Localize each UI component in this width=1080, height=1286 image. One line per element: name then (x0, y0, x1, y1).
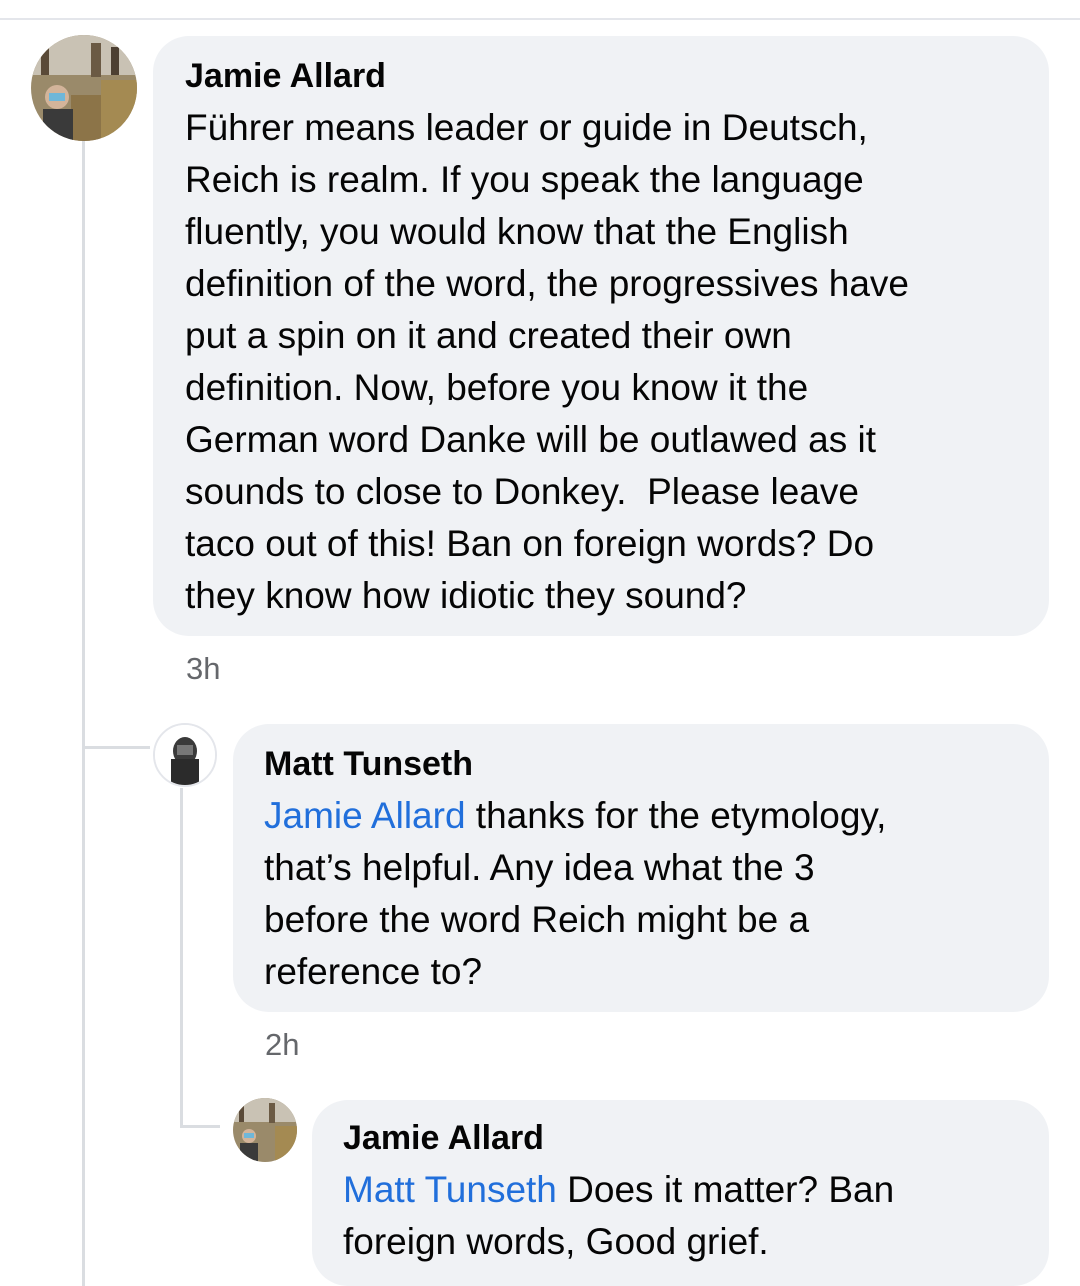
comment-timestamp[interactable]: 2h (265, 1027, 299, 1063)
mention-link[interactable]: Matt Tunseth (343, 1169, 557, 1210)
comment-author[interactable]: Jamie Allard (343, 1118, 1019, 1158)
comment-text: Jamie Allard thanks for the etymology, t… (264, 790, 1019, 998)
avatar-jamie-allard[interactable] (31, 35, 137, 141)
comment-bubble-1: Jamie Allard Führer means leader or guid… (153, 36, 1049, 636)
thread-line-branch-1 (82, 746, 150, 749)
avatar-matt-tunseth[interactable] (153, 723, 217, 787)
comment-timestamp[interactable]: 3h (186, 651, 220, 687)
comment-text: Führer means leader or guide in Deutsch,… (185, 107, 909, 616)
top-divider (0, 18, 1080, 20)
thread-line-main (82, 140, 85, 1286)
mention-link[interactable]: Jamie Allard (264, 795, 466, 836)
comment-author[interactable]: Matt Tunseth (264, 744, 1019, 784)
comment-text: Matt Tunseth Does it matter? Ban foreign… (343, 1164, 1019, 1268)
thread-line-branch-2 (180, 1125, 220, 1128)
comment-bubble-3: Jamie Allard Matt Tunseth Does it matter… (312, 1100, 1049, 1286)
comment-bubble-2: Matt Tunseth Jamie Allard thanks for the… (233, 724, 1049, 1012)
avatar-jamie-allard[interactable] (233, 1098, 297, 1162)
comment-author[interactable]: Jamie Allard (185, 56, 1019, 96)
thread-line-reply (180, 788, 183, 1126)
